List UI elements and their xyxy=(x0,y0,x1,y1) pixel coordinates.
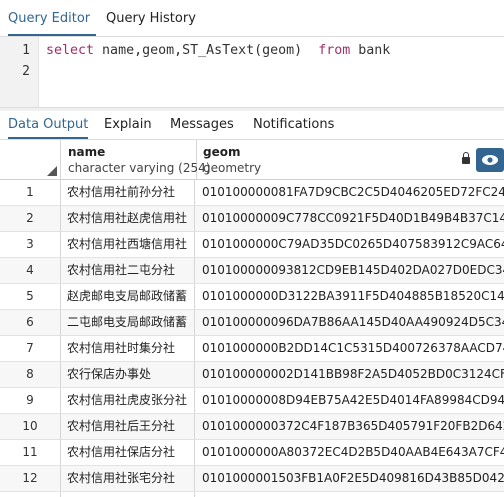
grid-corner[interactable] xyxy=(0,140,61,179)
table-row[interactable]: 10 农村信用社后王分社 0101000000372C4F187B365D40579… xyxy=(0,414,504,440)
tab-explain[interactable]: Explain xyxy=(104,111,152,139)
line-number: 1 xyxy=(22,43,30,58)
name-cell[interactable]: 农村信用社张宅分社 xyxy=(61,466,195,491)
column-name: name xyxy=(68,145,106,159)
tab-query-history[interactable]: Query History xyxy=(106,0,196,36)
sql-columns: name,geom,ST_AsText(geom) xyxy=(94,43,319,58)
geom-cell[interactable]: 0101000000C79AD35DC0265D407583912C9AC642… xyxy=(196,232,504,257)
column-name: geom xyxy=(203,145,241,159)
column-header-geom[interactable]: geom geometry xyxy=(196,140,474,179)
tab-messages[interactable]: Messages xyxy=(170,111,234,139)
name-cell[interactable]: 农村信用社东升分社 xyxy=(61,492,195,497)
table-row[interactable]: 2 农村信用社赵虎信用社 01010000009C778CC0921F5D40D1B… xyxy=(0,206,504,232)
column-header-name[interactable]: name character varying (254) xyxy=(61,140,210,179)
table-row[interactable]: 12 农村信用社张宅分社 0101000001503FB1A0F2E5D409816… xyxy=(0,466,504,492)
geom-cell[interactable]: 0101000000D3122BA3911F5D404885B18520C142… xyxy=(196,284,504,309)
row-number-cell[interactable]: 4 xyxy=(0,258,61,283)
grid-header: name character varying (254) geom geomet… xyxy=(0,140,504,180)
tab-notifications[interactable]: Notifications xyxy=(253,111,334,139)
row-number-cell[interactable]: 13 xyxy=(0,492,61,497)
geom-cell[interactable]: 010100000002D141BB98F2A5D4052BD0C3124CF4… xyxy=(196,362,504,387)
data-grid: name character varying (254) geom geomet… xyxy=(0,140,504,497)
row-number-cell[interactable]: 6 xyxy=(0,310,61,335)
table-row[interactable]: 13农村信用社东升分社0101000000EE2D7AE1AD335D40C44… xyxy=(0,492,504,497)
table-row[interactable]: 11 农村信用社保店分社 0101000000A80372EC4D2B5D40AAB… xyxy=(0,440,504,466)
table-row[interactable]: 4 农村信用社二屯分社 010100000093812CD9EB145D402DA0… xyxy=(0,258,504,284)
name-cell[interactable]: 农村信用社保店分社 xyxy=(61,440,195,465)
row-number-cell[interactable]: 10 xyxy=(0,414,61,439)
resize-corner-icon xyxy=(47,166,57,176)
row-number-cell[interactable]: 9 xyxy=(0,388,61,413)
name-cell[interactable]: 农村信用社虎皮张分社 xyxy=(61,388,195,413)
table-row[interactable]: 5 赵虎邮电支局邮政储蓄 0101000000D3122BA3911F5D40488… xyxy=(0,284,504,310)
lock-icon xyxy=(462,152,470,164)
name-cell[interactable]: 农行保店办事处 xyxy=(61,362,195,387)
sql-table: bank xyxy=(350,43,391,58)
name-cell[interactable]: 农村信用社西塘信用社 xyxy=(61,232,195,257)
geom-cell[interactable]: 0101000000B2DD14C1C5315D400726378AACD742… xyxy=(196,336,504,361)
line-number: 2 xyxy=(22,64,30,79)
geom-cell[interactable]: 01010000008D94EB75A42E5D4014FA89984CD942… xyxy=(196,388,504,413)
view-geometry-button[interactable] xyxy=(476,148,504,172)
row-number-cell[interactable]: 12 xyxy=(0,466,61,491)
geom-cell[interactable]: 010100000093812CD9EB145D402DA027D0EDC342… xyxy=(196,258,504,283)
geom-cell[interactable]: 010100000096DA7B86AA145D40AA490924D5C342… xyxy=(196,310,504,335)
row-number-cell[interactable]: 1 xyxy=(0,180,61,205)
row-number-cell[interactable]: 7 xyxy=(0,336,61,361)
geom-cell[interactable]: 0101000000A80372EC4D2B5D40AAB4E643A7CF42… xyxy=(196,440,504,465)
sql-keyword: select xyxy=(46,43,95,58)
geom-cell[interactable]: 0101000000EE2D7AE1AD335D40C440F8CCE9D642… xyxy=(196,492,504,497)
name-cell[interactable]: 农村信用社时集分社 xyxy=(61,336,195,361)
table-row[interactable]: 9 农村信用社虎皮张分社 01010000008D94EB75A42E5D4014F… xyxy=(0,388,504,414)
table-row[interactable]: 6 二屯邮电支局邮政储蓄 010100000096DA7B86AA145D40AA4… xyxy=(0,310,504,336)
editor-tabbar: Query Editor Query History xyxy=(0,0,504,37)
geom-cell[interactable]: 010100000081FA7D9CBC2C5D4046205ED72FC242… xyxy=(196,180,504,205)
row-number-cell[interactable]: 11 xyxy=(0,440,61,465)
sql-code-line[interactable]: select name,geom,ST_AsText(geom) from ba… xyxy=(46,43,390,58)
sql-editor[interactable]: 1 2 select name,geom,ST_AsText(geom) fro… xyxy=(0,37,504,107)
sql-keyword: from xyxy=(318,43,351,58)
table-row[interactable]: 3 农村信用社西塘信用社 0101000000C79AD35DC0265D40758… xyxy=(0,232,504,258)
name-cell[interactable]: 农村信用社赵虎信用社 xyxy=(61,206,195,231)
name-cell[interactable]: 农村信用社前孙分社 xyxy=(61,180,195,205)
geom-cell[interactable]: 01010000009C778CC0921F5D40D1B49B4B37C142… xyxy=(196,206,504,231)
eye-icon xyxy=(482,155,498,165)
tab-query-editor[interactable]: Query Editor xyxy=(8,0,96,36)
column-type: geometry xyxy=(203,161,262,175)
row-number-cell[interactable]: 5 xyxy=(0,284,61,309)
line-number-gutter: 1 2 xyxy=(0,37,39,107)
table-row[interactable]: 8 农行保店办事处 010100000002D141BB98F2A5D4052BD0… xyxy=(0,362,504,388)
name-cell[interactable]: 农村信用社后王分社 xyxy=(61,414,195,439)
name-cell[interactable]: 二屯邮电支局邮政储蓄 xyxy=(61,310,195,335)
name-cell[interactable]: 赵虎邮电支局邮政储蓄 xyxy=(61,284,195,309)
row-number-cell[interactable]: 8 xyxy=(0,362,61,387)
row-number-cell[interactable]: 2 xyxy=(0,206,61,231)
tab-data-output[interactable]: Data Output xyxy=(8,111,89,139)
row-number-cell[interactable]: 3 xyxy=(0,232,61,257)
table-row[interactable]: 1 农村信用社前孙分社 010100000081FA7D9CBC2C5D404620… xyxy=(0,180,504,206)
column-type: character varying (254) xyxy=(68,161,211,175)
table-row[interactable]: 7 农村信用社时集分社 0101000000B2DD14C1C5315D400726… xyxy=(0,336,504,362)
output-tabbar: Data Output Explain Messages Notificatio… xyxy=(0,111,504,140)
geom-cell[interactable]: 0101000001503FB1A0F2E5D409816D43B85D0424… xyxy=(196,466,504,491)
geom-cell[interactable]: 0101000000372C4F187B365D405791F20FB2D642… xyxy=(196,414,504,439)
name-cell[interactable]: 农村信用社二屯分社 xyxy=(61,258,195,283)
